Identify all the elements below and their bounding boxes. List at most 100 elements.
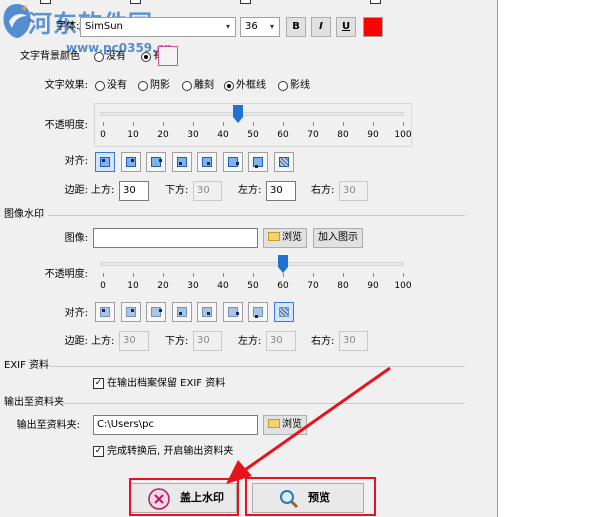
image-margin-top-input[interactable]: 30 <box>119 331 149 351</box>
align-option-button[interactable] <box>273 152 294 172</box>
font-value: SimSun <box>85 21 123 32</box>
effect-label: 文字效果: <box>44 80 88 91</box>
align-option-button[interactable] <box>248 152 268 172</box>
output-section-title: 输出至资料夹 <box>4 397 64 408</box>
image-margin-top-label: 上方: <box>91 336 115 347</box>
image-opacity-track[interactable] <box>100 262 404 266</box>
slider-tick <box>193 273 194 277</box>
effect-radio[interactable]: 外框线 <box>224 80 266 92</box>
slider-tick <box>373 273 374 277</box>
slider-tick-label: 70 <box>307 130 319 140</box>
align-position-icon <box>253 307 263 318</box>
image-margin-bottom-input[interactable]: 30 <box>193 331 222 351</box>
align-option-button[interactable] <box>222 302 243 322</box>
image-margin-right-input[interactable]: 30 <box>339 331 368 351</box>
align-position-icon <box>227 157 239 167</box>
annotation-arrow <box>226 366 391 484</box>
image-opacity-thumb[interactable] <box>278 255 288 273</box>
font-select[interactable]: SimSun ▾ <box>80 17 236 37</box>
margin-top-input[interactable]: 30 <box>119 181 149 201</box>
effect-radio[interactable]: 雕刻 <box>182 80 214 92</box>
align-option-button[interactable] <box>197 152 217 172</box>
slider-tick-label: 10 <box>127 130 139 140</box>
image-margin-right-label: 右方: <box>311 336 335 347</box>
radio-circle <box>182 81 192 91</box>
font-label: 字体: <box>56 21 80 32</box>
chevron-down-icon: ▾ <box>225 22 230 31</box>
align-position-icon <box>278 157 289 167</box>
partial-checkbox[interactable] <box>240 0 251 4</box>
slider-tick-label: 70 <box>307 281 319 291</box>
text-color-swatch[interactable] <box>363 17 383 37</box>
align-option-button[interactable] <box>273 302 294 322</box>
open-folder-label: 完成转换后, 开启输出资料夹 <box>107 446 234 457</box>
top-partial-row <box>40 0 490 4</box>
add-icon-button[interactable]: 加入图示 <box>313 228 363 248</box>
opacity-label: 不透明度: <box>44 120 88 131</box>
margin-label: 边距: <box>64 185 88 196</box>
align-option-button[interactable] <box>171 152 192 172</box>
image-browse-button[interactable]: 浏览 <box>263 228 307 248</box>
image-margin-left-input[interactable]: 30 <box>266 331 296 351</box>
bg-color-label: 文字背景颜色 <box>20 51 80 62</box>
slider-tick <box>133 273 134 277</box>
radio-circle <box>278 81 288 91</box>
exif-section-title: EXIF 资料 <box>4 360 50 371</box>
slider-tick-label: 0 <box>100 130 106 140</box>
slider-tick <box>103 273 104 277</box>
slider-tick-label: 50 <box>247 281 259 291</box>
bg-none-radio[interactable]: 没有 <box>94 51 126 63</box>
align-option-button[interactable] <box>120 302 141 322</box>
align-position-icon <box>278 307 289 317</box>
align-option-button[interactable] <box>95 302 115 322</box>
align-option-button[interactable] <box>222 152 243 172</box>
slider-tick <box>343 273 344 277</box>
slider-tick <box>403 273 404 277</box>
opacity-slider-thumb[interactable] <box>233 105 243 123</box>
effect-radio[interactable]: 阴影 <box>138 80 170 92</box>
margin-left-label: 左方: <box>238 185 262 196</box>
align-option-button[interactable] <box>171 302 192 322</box>
margin-bottom-input[interactable]: 30 <box>193 181 222 201</box>
margin-left-input[interactable]: 30 <box>266 181 296 201</box>
align-option-button[interactable] <box>146 152 166 172</box>
align-label: 对齐: <box>64 156 88 167</box>
align-option-button[interactable] <box>120 152 141 172</box>
slider-tick <box>193 122 194 126</box>
align-option-button[interactable] <box>248 302 268 322</box>
slider-tick-label: 40 <box>217 281 229 291</box>
exif-keep-checkbox[interactable]: ✓ <box>93 378 104 389</box>
open-folder-checkbox[interactable]: ✓ <box>93 446 104 457</box>
align-dot <box>130 159 134 162</box>
font-size-select[interactable]: 36 ▾ <box>240 17 280 37</box>
image-margin-label: 边距: <box>64 336 88 347</box>
bg-color-swatch[interactable] <box>158 46 178 66</box>
effect-label-text: 阴影 <box>150 80 170 91</box>
italic-button[interactable]: I <box>311 17 331 37</box>
underline-button[interactable]: U <box>336 17 356 37</box>
effect-radio[interactable]: 没有 <box>95 80 127 92</box>
align-option-button[interactable] <box>95 152 115 172</box>
output-folder-label: 输出至资料夹: <box>16 420 80 431</box>
image-opacity-label: 不透明度: <box>44 269 88 280</box>
align-dot <box>159 309 162 312</box>
align-option-button[interactable] <box>146 302 166 322</box>
align-position-icon <box>202 307 212 317</box>
slider-tick-label: 90 <box>367 130 379 140</box>
align-position-icon <box>100 157 110 167</box>
opacity-slider-track[interactable] <box>100 112 404 116</box>
partial-checkbox[interactable] <box>370 0 381 4</box>
slider-tick <box>223 273 224 277</box>
image-path-input[interactable] <box>93 228 258 248</box>
slider-tick-label: 60 <box>277 130 289 140</box>
bold-button[interactable]: B <box>286 17 306 37</box>
align-dot <box>235 162 239 165</box>
slider-tick-label: 90 <box>367 281 379 291</box>
effect-radio[interactable]: 影线 <box>278 80 310 92</box>
align-option-button[interactable] <box>197 302 217 322</box>
radio-circle <box>95 81 105 91</box>
align-position-icon <box>125 157 136 167</box>
margin-right-input[interactable]: 30 <box>339 181 368 201</box>
align-dot <box>207 312 210 315</box>
slider-tick-label: 30 <box>187 130 199 140</box>
